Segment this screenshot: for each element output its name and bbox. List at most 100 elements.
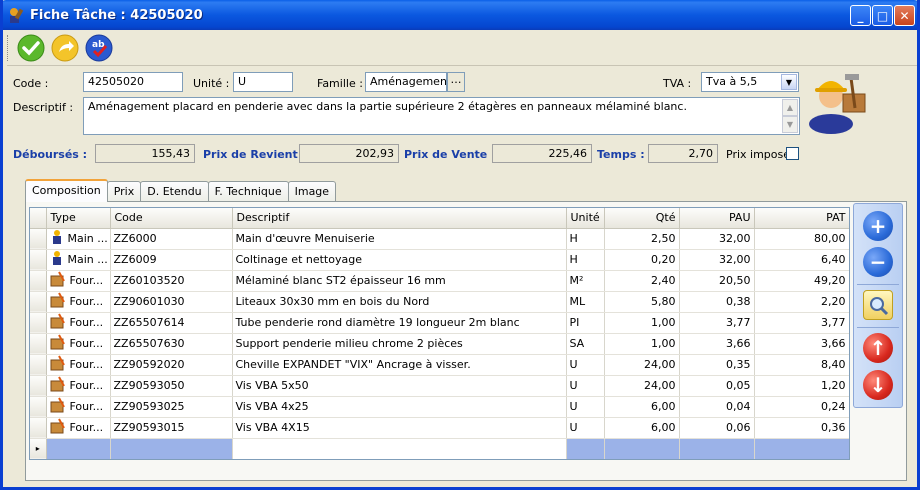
cell-unite[interactable]: U xyxy=(566,396,605,418)
cell-descriptif[interactable]: Mélaminé blanc ST2 épaisseur 16 mm xyxy=(232,270,567,292)
table-row[interactable]: Four... ZZ90593015 Vis VBA 4X15 U 6,00 0,06 0,… xyxy=(30,417,849,439)
cell-unite[interactable]: PI xyxy=(566,312,605,334)
cell-qte[interactable]: 1,00 xyxy=(604,333,680,355)
new-cell-qte[interactable] xyxy=(604,438,680,459)
cell-code[interactable]: ZZ90601030 xyxy=(110,291,233,313)
cell-code[interactable]: ZZ90593050 xyxy=(110,375,233,397)
col-header-pat[interactable]: PAT xyxy=(754,208,849,229)
cell-pau[interactable]: 0,06 xyxy=(679,417,755,439)
validate-button[interactable] xyxy=(16,33,46,63)
tab-image[interactable]: Image xyxy=(287,181,337,202)
spellcheck-button[interactable]: ab xyxy=(84,33,114,63)
cell-pau[interactable]: 0,38 xyxy=(679,291,755,313)
prix-impose-checkbox[interactable] xyxy=(786,147,799,160)
table-row[interactable]: Four... ZZ90592020 Cheville EXPANDET "VIX"… xyxy=(30,354,849,376)
cell-qte[interactable]: 6,00 xyxy=(604,417,680,439)
cell-unite[interactable]: H xyxy=(566,249,605,271)
cell-qte[interactable]: 2,50 xyxy=(604,228,680,250)
new-cell-type[interactable] xyxy=(46,438,111,459)
new-entry-row[interactable]: ▸ xyxy=(30,438,849,459)
cell-descriptif[interactable]: Coltinage et nettoyage xyxy=(232,249,567,271)
new-cell-pau[interactable] xyxy=(679,438,755,459)
cell-pau[interactable]: 0,35 xyxy=(679,354,755,376)
cell-pau[interactable]: 3,66 xyxy=(679,333,755,355)
toolbar-grip[interactable] xyxy=(7,34,10,61)
famille-field[interactable]: Aménagement p xyxy=(365,72,447,92)
scroll-up-icon[interactable]: ▲ xyxy=(782,99,798,116)
table-row[interactable]: Four... ZZ60103520 Mélaminé blanc ST2 épai… xyxy=(30,270,849,292)
cell-type[interactable]: Main ... xyxy=(46,228,111,250)
table-row[interactable]: Four... ZZ65507630 Support penderie milieu… xyxy=(30,333,849,355)
forward-button[interactable] xyxy=(50,33,80,63)
row-header[interactable] xyxy=(30,396,47,418)
col-header-code[interactable]: Code xyxy=(110,208,233,229)
col-header-unite[interactable]: Unité xyxy=(566,208,605,229)
cell-code[interactable]: ZZ65507614 xyxy=(110,312,233,334)
table-row[interactable]: Four... ZZ90593025 Vis VBA 4x25 U 6,00 0,04 0,… xyxy=(30,396,849,418)
cell-unite[interactable]: H xyxy=(566,228,605,250)
unite-field[interactable]: U xyxy=(233,72,293,92)
cell-qte[interactable]: 2,40 xyxy=(604,270,680,292)
cell-type[interactable]: Four... xyxy=(46,396,111,418)
row-header[interactable] xyxy=(30,333,47,355)
cell-pau[interactable]: 0,04 xyxy=(679,396,755,418)
add-line-button[interactable]: + xyxy=(863,211,893,241)
cell-descriptif[interactable]: Vis VBA 4X15 xyxy=(232,417,567,439)
cell-pat[interactable]: 0,24 xyxy=(754,396,849,418)
cell-pat[interactable]: 1,20 xyxy=(754,375,849,397)
cell-pat[interactable]: 0,36 xyxy=(754,417,849,439)
cell-qte[interactable]: 24,00 xyxy=(604,375,680,397)
minimize-button[interactable]: _ xyxy=(850,5,871,26)
cell-type[interactable]: Four... xyxy=(46,333,111,355)
row-header[interactable] xyxy=(30,228,47,250)
cell-type[interactable]: Four... xyxy=(46,312,111,334)
col-header-type[interactable]: Type xyxy=(46,208,111,229)
cell-code[interactable]: ZZ6000 xyxy=(110,228,233,250)
cell-descriptif[interactable]: Vis VBA 4x25 xyxy=(232,396,567,418)
tab-prix[interactable]: Prix xyxy=(106,181,142,202)
new-cell-pat[interactable] xyxy=(754,438,849,459)
table-row[interactable]: Four... ZZ90593050 Vis VBA 5x50 U 24,00 0,05 1… xyxy=(30,375,849,397)
cell-qte[interactable]: 6,00 xyxy=(604,396,680,418)
col-header-descriptif[interactable]: Descriptif xyxy=(232,208,567,229)
title-bar[interactable]: Fiche Tâche : 42505020 _ □ ✕ xyxy=(3,0,917,30)
chevron-down-icon[interactable]: ▼ xyxy=(781,74,797,90)
cell-unite[interactable]: ML xyxy=(566,291,605,313)
cell-type[interactable]: Main ... xyxy=(46,249,111,271)
cell-type[interactable]: Four... xyxy=(46,270,111,292)
tab-composition[interactable]: Composition xyxy=(25,179,108,202)
table-row[interactable]: Four... ZZ90601030 Liteaux 30x30 mm en boi… xyxy=(30,291,849,313)
cell-pau[interactable]: 3,77 xyxy=(679,312,755,334)
cell-code[interactable]: ZZ65507630 xyxy=(110,333,233,355)
col-header-qte[interactable]: Qté xyxy=(604,208,680,229)
row-header[interactable] xyxy=(30,312,47,334)
col-header-pau[interactable]: PAU xyxy=(679,208,755,229)
new-cell-unite[interactable] xyxy=(566,438,605,459)
cell-type[interactable]: Four... xyxy=(46,375,111,397)
table-row[interactable]: Four... ZZ65507614 Tube penderie rond diam… xyxy=(30,312,849,334)
cell-unite[interactable]: U xyxy=(566,417,605,439)
cell-pau[interactable]: 20,50 xyxy=(679,270,755,292)
cell-qte[interactable]: 24,00 xyxy=(604,354,680,376)
cell-pau[interactable]: 0,05 xyxy=(679,375,755,397)
cell-descriptif[interactable]: Cheville EXPANDET "VIX" Ancrage à visser… xyxy=(232,354,567,376)
row-header[interactable] xyxy=(30,291,47,313)
cell-type[interactable]: Four... xyxy=(46,417,111,439)
cell-pat[interactable]: 2,20 xyxy=(754,291,849,313)
cell-unite[interactable]: U xyxy=(566,375,605,397)
cell-descriptif[interactable]: Main d'œuvre Menuiserie xyxy=(232,228,567,250)
cell-qte[interactable]: 5,80 xyxy=(604,291,680,313)
cell-qte[interactable]: 1,00 xyxy=(604,312,680,334)
tva-select[interactable]: Tva à 5,5 ▼ xyxy=(701,72,799,92)
row-header[interactable] xyxy=(30,270,47,292)
cell-unite[interactable]: SA xyxy=(566,333,605,355)
cell-pat[interactable]: 3,66 xyxy=(754,333,849,355)
row-header[interactable] xyxy=(30,249,47,271)
cell-pat[interactable]: 8,40 xyxy=(754,354,849,376)
maximize-button[interactable]: □ xyxy=(872,5,893,26)
tab-d-etendu[interactable]: D. Etendu xyxy=(140,181,209,202)
cell-pau[interactable]: 32,00 xyxy=(679,228,755,250)
famille-browse-button[interactable]: … xyxy=(447,72,465,92)
table-row[interactable]: Main ... ZZ6000 Main d'œuvre Menuiserie H 2,… xyxy=(30,228,849,250)
cell-unite[interactable]: M² xyxy=(566,270,605,292)
